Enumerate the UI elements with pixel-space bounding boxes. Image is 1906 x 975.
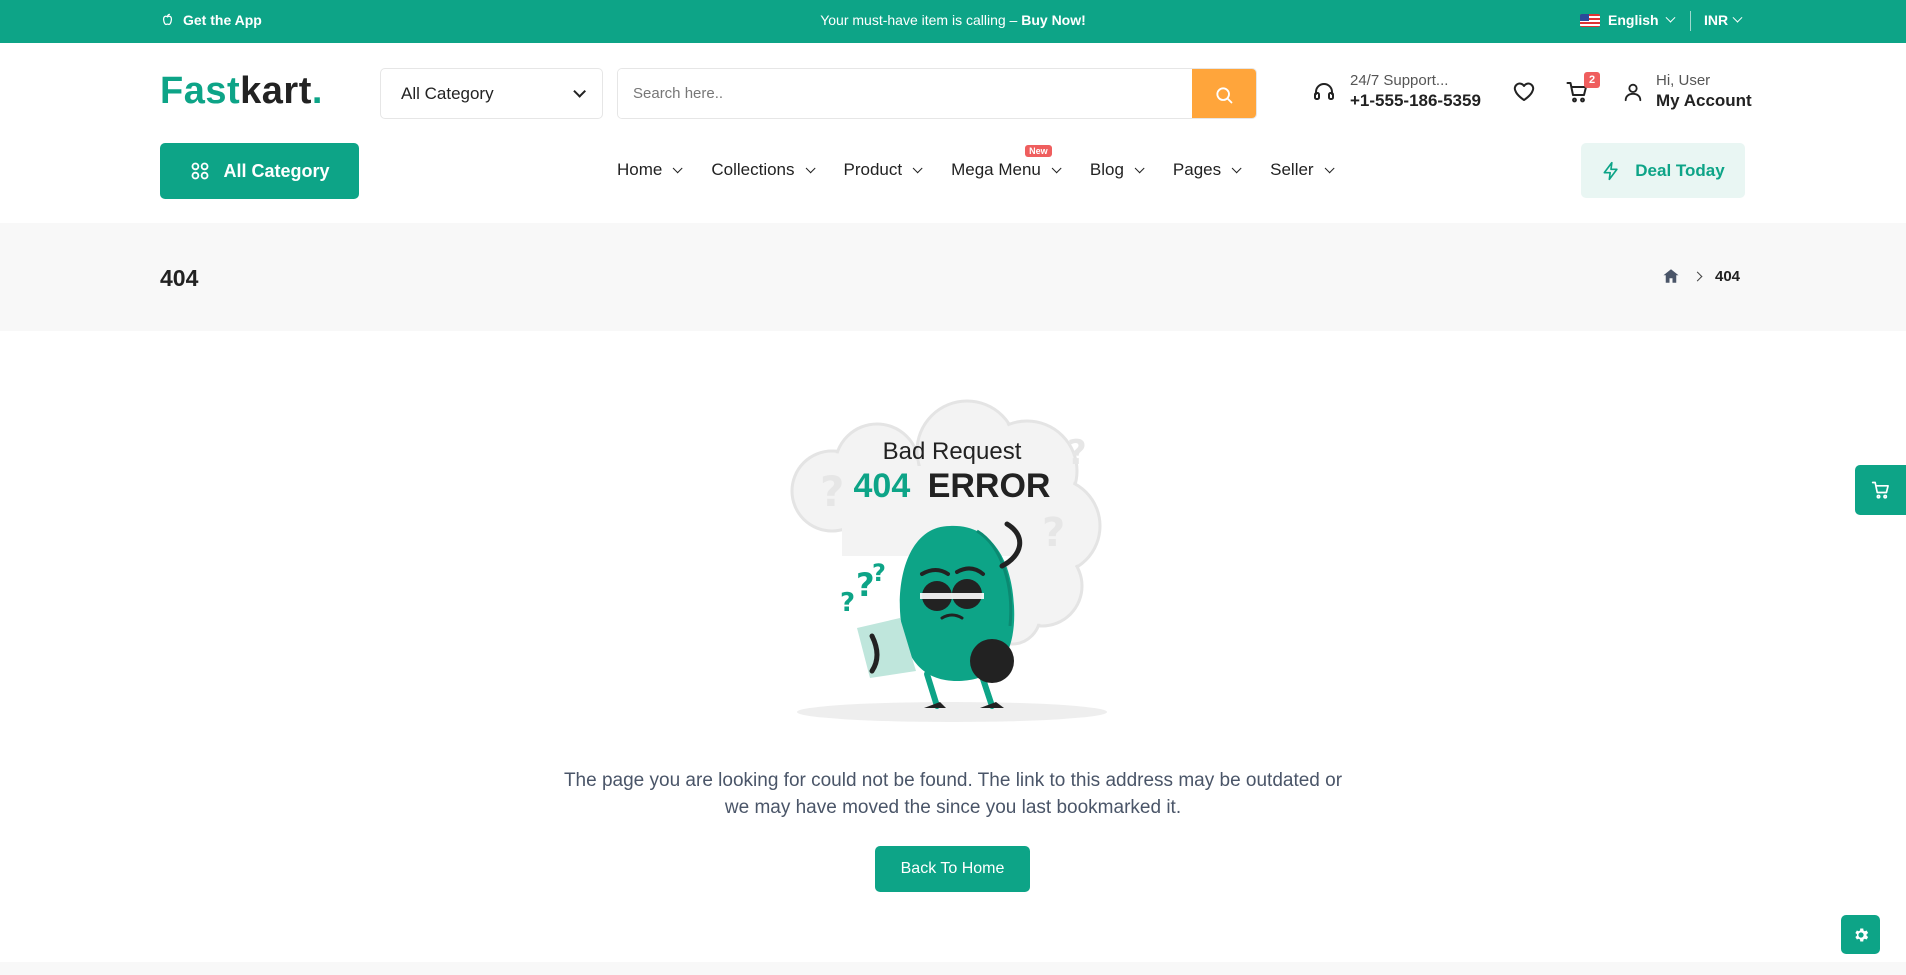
nav-item-label: Pages bbox=[1172, 160, 1222, 179]
chevron-down-icon bbox=[1732, 12, 1743, 23]
svg-text:?: ? bbox=[1042, 510, 1065, 556]
all-category-label: All Category bbox=[223, 160, 330, 181]
chevron-down-icon bbox=[805, 162, 816, 173]
svg-text:?: ? bbox=[820, 467, 844, 516]
nav-item-label: Blog bbox=[1089, 160, 1124, 179]
settings-button[interactable] bbox=[1841, 915, 1880, 954]
cart-icon bbox=[1871, 481, 1889, 499]
nav-item-mega-menu[interactable]: Mega Menu New bbox=[951, 145, 1062, 180]
get-app-link[interactable]: Get the App bbox=[160, 12, 262, 28]
promo-cta[interactable]: Buy Now! bbox=[1021, 12, 1086, 28]
currency-label: INR bbox=[1704, 12, 1729, 28]
nav-item-product[interactable]: Product bbox=[843, 160, 923, 180]
home-icon[interactable] bbox=[1662, 267, 1680, 285]
support-info: 24/7 Support... +1-555-186-5359 bbox=[1312, 72, 1481, 111]
all-category-button[interactable]: All Category bbox=[160, 143, 359, 199]
main-nav: Home Collections Product Mega Menu New Bl… bbox=[617, 145, 1363, 180]
breadcrumb-current: 404 bbox=[1715, 267, 1741, 285]
chevron-down-icon bbox=[912, 162, 923, 173]
category-select[interactable]: All Category bbox=[380, 68, 603, 119]
floating-cart-button[interactable] bbox=[1855, 465, 1906, 515]
nav-item-home[interactable]: Home bbox=[617, 160, 683, 180]
chevron-down-icon bbox=[1134, 162, 1145, 173]
us-flag-icon bbox=[1580, 13, 1600, 27]
chevron-down-icon bbox=[573, 85, 586, 98]
grid-icon bbox=[192, 162, 209, 180]
nav-item-label: Home bbox=[617, 160, 663, 179]
deal-today-label: Deal Today bbox=[1635, 160, 1725, 180]
support-phone[interactable]: +1-555-186-5359 bbox=[1350, 91, 1481, 111]
chevron-down-icon bbox=[673, 162, 683, 173]
account-menu[interactable]: Hi, User My Account bbox=[1622, 72, 1752, 111]
nav-item-blog[interactable]: Blog bbox=[1089, 160, 1145, 180]
nav-item-label: Product bbox=[843, 160, 903, 179]
nav-item-label: Collections bbox=[711, 160, 795, 179]
nav-item-label: Seller bbox=[1270, 160, 1314, 179]
breadcrumb-band: 404 404 bbox=[0, 223, 1906, 331]
chevron-down-icon bbox=[1051, 162, 1062, 173]
cart-count-badge: 2 bbox=[1584, 72, 1600, 88]
nav-item-seller[interactable]: Seller bbox=[1270, 160, 1335, 180]
page-title: 404 bbox=[160, 265, 199, 291]
nav-item-pages[interactable]: Pages bbox=[1172, 160, 1242, 180]
category-select-value: All Category bbox=[401, 83, 494, 103]
bolt-icon bbox=[1603, 161, 1618, 180]
search-icon bbox=[1216, 86, 1233, 103]
gear-icon bbox=[1854, 928, 1868, 941]
chevron-right-icon bbox=[1692, 271, 1703, 281]
chevron-down-icon bbox=[1324, 162, 1335, 173]
top-bar: Get the App Your must-have item is calli… bbox=[0, 0, 1906, 43]
logo-part-2: kart bbox=[240, 70, 312, 112]
headset-icon bbox=[1314, 82, 1334, 100]
svg-text:?: ? bbox=[872, 559, 886, 587]
new-badge: New bbox=[1025, 145, 1052, 157]
error-code: 404 bbox=[854, 467, 911, 505]
get-app-label: Get the App bbox=[183, 12, 262, 28]
footer-strip bbox=[0, 962, 1906, 975]
error-code-word: ERROR bbox=[928, 467, 1051, 505]
support-label: 24/7 Support... bbox=[1350, 72, 1449, 89]
nav-item-label: Mega Menu bbox=[951, 160, 1041, 179]
chevron-down-icon bbox=[1231, 162, 1242, 173]
chevron-down-icon bbox=[1665, 12, 1676, 23]
language-label: English bbox=[1608, 12, 1659, 28]
logo-dot: . bbox=[311, 70, 323, 112]
promo-text: Your must-have item is calling – bbox=[820, 12, 1022, 28]
user-greeting: Hi, User bbox=[1656, 72, 1711, 89]
error-message: The page you are looking for could not b… bbox=[563, 770, 1343, 818]
currency-selector[interactable]: INR bbox=[1704, 12, 1743, 28]
search-bar bbox=[617, 68, 1257, 119]
topbar-divider bbox=[1690, 11, 1691, 31]
svg-text:?: ? bbox=[1067, 433, 1087, 473]
svg-text:404 ERROR: 404 ERROR bbox=[854, 467, 1051, 505]
nav-item-collections[interactable]: Collections bbox=[711, 160, 816, 180]
error-heading: Bad Request bbox=[883, 438, 1022, 465]
breadcrumb: 404 bbox=[1662, 267, 1740, 285]
svg-text:?: ? bbox=[840, 588, 855, 618]
logo[interactable]: Fastkart. bbox=[160, 70, 323, 113]
error-illustration: ? ? ? Bad Request 404 ERROR ? ? ? bbox=[790, 399, 1107, 722]
apple-icon bbox=[162, 13, 173, 26]
search-button[interactable] bbox=[1192, 69, 1256, 118]
user-icon bbox=[1624, 83, 1642, 101]
search-input[interactable] bbox=[618, 69, 1192, 118]
heart-icon[interactable] bbox=[1512, 80, 1536, 104]
language-selector[interactable]: English bbox=[1580, 12, 1676, 28]
my-account-label: My Account bbox=[1656, 91, 1752, 110]
logo-part-1: Fast bbox=[160, 70, 241, 112]
deal-today-button[interactable]: Deal Today bbox=[1581, 143, 1745, 198]
back-to-home-button[interactable]: Back To Home bbox=[875, 846, 1030, 892]
